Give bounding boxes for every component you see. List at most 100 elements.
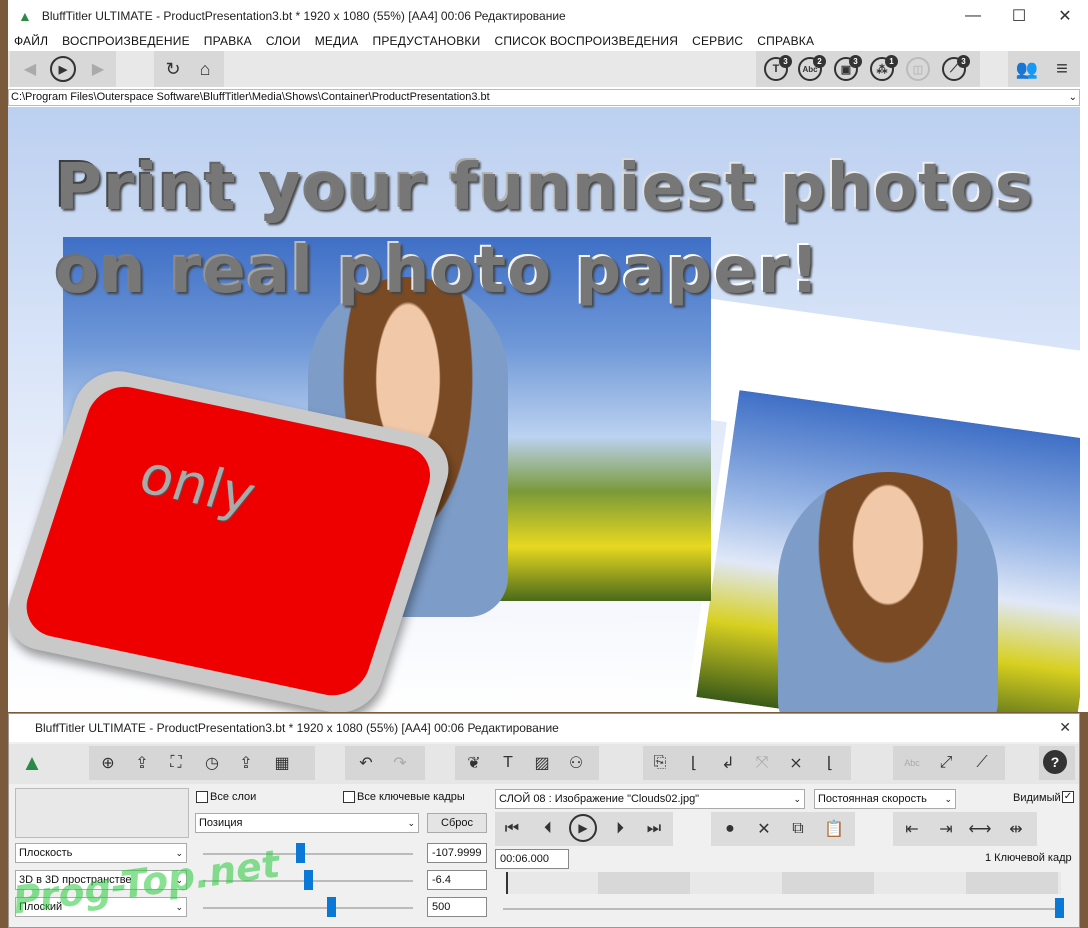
- chevron-down-icon[interactable]: ⌄: [1069, 90, 1077, 105]
- menu-playlist[interactable]: СПИСОК ВОСПРОИЗВЕДЕНИЯ: [494, 34, 678, 48]
- time-input[interactable]: 00:06.000: [495, 849, 569, 869]
- go-end-icon[interactable]: ⇥: [933, 816, 959, 842]
- home-icon[interactable]: ⌂: [194, 58, 216, 80]
- app-logo-icon: ▲: [18, 7, 32, 24]
- editor-close-button[interactable]: ✕: [1059, 719, 1071, 736]
- menu-playback[interactable]: ВОСПРОИЗВЕДЕНИЕ: [62, 34, 190, 48]
- wand-layer-icon[interactable]: ⟋ 3: [942, 55, 970, 81]
- timeline-track[interactable]: [506, 872, 1061, 894]
- go-start-icon[interactable]: ⇤: [899, 816, 925, 842]
- image-layer-icon[interactable]: ▣ 3: [834, 55, 862, 81]
- keyframe-group: ● ✕ ⧉ 📋: [711, 812, 855, 846]
- headline-line-1: Print your funniest photos: [53, 149, 1032, 223]
- all-layers-checkbox[interactable]: [196, 791, 208, 803]
- menu-layers[interactable]: СЛОИ: [266, 34, 301, 48]
- menu-help[interactable]: СПРАВКА: [757, 34, 814, 48]
- delete-key-icon[interactable]: ✕: [751, 816, 777, 842]
- hamburger-menu-icon[interactable]: ≡: [1050, 57, 1074, 81]
- transport-group: ⏮ ⏴ ▶ ⏵ ⏭: [495, 812, 673, 846]
- layer-cut-icon[interactable]: ⤧: [749, 750, 775, 776]
- forward-icon[interactable]: ▶: [88, 59, 108, 79]
- file-path-text: C:\Program Files\Outerspace Software\Blu…: [11, 91, 490, 103]
- layer-delete-icon[interactable]: ⨯: [783, 750, 809, 776]
- help-icon[interactable]: ?: [1043, 750, 1067, 774]
- abc-layer-badge: 2: [813, 55, 826, 68]
- row1-value-input[interactable]: -107.9999: [427, 843, 487, 863]
- property-select[interactable]: Позиция ⌄: [195, 813, 419, 833]
- collapse-icon[interactable]: ⇹: [1003, 816, 1029, 842]
- clock-icon[interactable]: ◷: [199, 750, 225, 776]
- abc-view-icon[interactable]: Abc: [899, 750, 925, 776]
- film-icon[interactable]: ▦: [269, 750, 295, 776]
- main-toolbar: ◀ ▶ ▶ ↻ ⌂ T3 Abc 2 ▣ 3 ⁂ 1 ◫ ⟋ 3 👥 ≡: [8, 51, 1080, 87]
- all-keyframes-checkbox[interactable]: [343, 791, 355, 803]
- expand-icon[interactable]: ⟷: [967, 816, 993, 842]
- all-layers-label: Все слои: [210, 791, 257, 803]
- new-icon[interactable]: ⊕: [95, 750, 121, 776]
- layer-select-value: СЛОЙ 08 : Изображение "Clouds02.jpg": [499, 793, 700, 805]
- layer-select[interactable]: СЛОЙ 08 : Изображение "Clouds02.jpg" ⌄: [495, 789, 805, 809]
- layer-preview-thumbnail: [15, 788, 189, 838]
- nodes-layer-icon[interactable]: ⁂ 1: [870, 55, 898, 81]
- paste-key-icon[interactable]: 📋: [821, 816, 847, 842]
- open-icon[interactable]: ⇪: [129, 750, 155, 776]
- only-button-text: only: [131, 442, 264, 527]
- maximize-button[interactable]: ☐: [996, 0, 1042, 31]
- row3-value-input[interactable]: 500: [427, 897, 487, 917]
- preview-stage[interactable]: Print your funniest photos on real photo…: [8, 107, 1080, 712]
- cube-layer-icon[interactable]: ◫: [906, 57, 930, 81]
- prev-frame-icon[interactable]: ⏴: [535, 816, 561, 842]
- chevron-down-icon: ⌄: [793, 794, 801, 804]
- menu-service[interactable]: СЕРВИС: [692, 34, 743, 48]
- layer-last-icon[interactable]: ⌊: [817, 750, 843, 776]
- menu-file[interactable]: ФАЙЛ: [14, 34, 48, 48]
- row1-slider-thumb[interactable]: [295, 843, 305, 863]
- back-icon[interactable]: ◀: [20, 59, 40, 79]
- image-view-icon[interactable]: ⤢: [933, 750, 959, 776]
- menu-media[interactable]: МЕДИА: [315, 34, 359, 48]
- export-icon[interactable]: ⇪: [233, 750, 259, 776]
- timeline-cursor[interactable]: [506, 872, 508, 894]
- layer-copy-icon[interactable]: ⎘: [647, 750, 673, 776]
- editor-title-bar: BluffTitler ULTIMATE - ProductPresentati…: [9, 714, 1079, 742]
- close-button[interactable]: ✕: [1042, 0, 1088, 31]
- image-icon[interactable]: ▨: [529, 750, 555, 776]
- help-group: ?: [1039, 746, 1075, 780]
- chevron-down-icon: ⌄: [944, 794, 952, 804]
- minimize-button[interactable]: —: [950, 0, 996, 31]
- shape-layer-icon[interactable]: ❦: [461, 750, 487, 776]
- row2-value-input[interactable]: -6.4: [427, 870, 487, 890]
- text-layer-icon[interactable]: T3: [764, 55, 792, 81]
- copy-key-icon[interactable]: ⧉: [785, 816, 811, 842]
- menu-presets[interactable]: ПРЕДУСТАНОВКИ: [373, 34, 481, 48]
- play-icon[interactable]: ▶: [50, 56, 76, 82]
- headline-line-2: on real photo paper!: [53, 232, 819, 306]
- last-frame-icon[interactable]: ⏭: [641, 816, 667, 842]
- wand-icon[interactable]: ⟋: [969, 750, 995, 776]
- visible-checkbox[interactable]: ✓: [1062, 791, 1074, 803]
- file-path-combobox[interactable]: C:\Program Files\Outerspace Software\Blu…: [8, 89, 1080, 106]
- row3-slider-thumb[interactable]: [327, 897, 337, 917]
- text-icon[interactable]: T: [495, 750, 521, 776]
- layer-link-icon[interactable]: ↲: [715, 750, 741, 776]
- redo-icon[interactable]: ↷: [387, 750, 413, 776]
- time-slider-thumb[interactable]: [1055, 898, 1064, 918]
- wand-layer-badge: 3: [957, 55, 970, 68]
- abc-layer-icon[interactable]: Abc 2: [798, 55, 826, 81]
- particles-icon[interactable]: ⚇: [563, 750, 589, 776]
- next-frame-icon[interactable]: ⏵: [607, 816, 633, 842]
- speed-select[interactable]: Постоянная скорость ⌄: [814, 789, 956, 809]
- record-icon[interactable]: ●: [717, 816, 743, 842]
- chevron-down-icon: ⌄: [407, 818, 415, 828]
- refresh-icon[interactable]: ↻: [162, 58, 184, 80]
- layer-sub-icon[interactable]: ⌊: [681, 750, 707, 776]
- frame-icon[interactable]: ⛶: [163, 750, 189, 776]
- play-icon[interactable]: ▶: [569, 814, 597, 842]
- reset-button[interactable]: Сброс: [427, 813, 487, 833]
- first-frame-icon[interactable]: ⏮: [499, 816, 525, 842]
- users-icon[interactable]: 👥: [1012, 57, 1042, 81]
- menu-edit[interactable]: ПРАВКА: [204, 34, 252, 48]
- row2-slider-thumb[interactable]: [304, 870, 313, 890]
- undo-icon[interactable]: ↶: [353, 750, 379, 776]
- timeline-segment: [966, 872, 1058, 894]
